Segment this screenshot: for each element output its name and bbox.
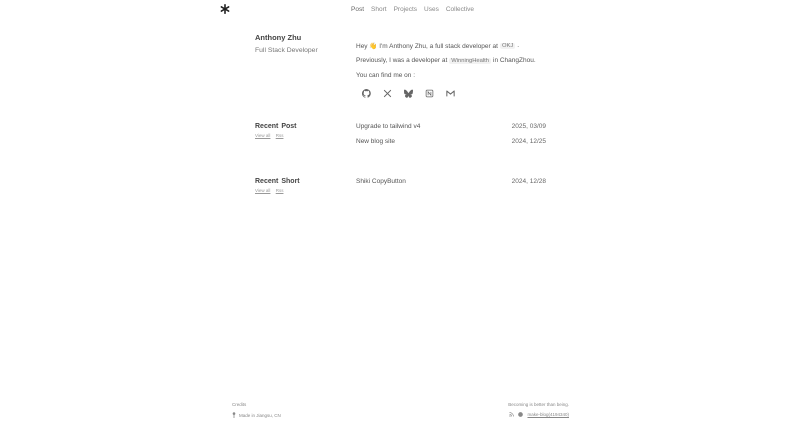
recent-post-list: Upgrade to tailwind v4 2025, 03/09 New b…: [356, 119, 546, 149]
recent-short-header: Recent Short View all Rss: [255, 178, 300, 193]
recent-short-list: Shiki CopyButton 2024, 12/28: [356, 174, 546, 189]
recent-post-header: Recent Post View all Rss: [255, 123, 297, 138]
list-item[interactable]: Shiki CopyButton 2024, 12/28: [356, 174, 546, 189]
bio-greeting-line: Hey 👋 I'm Anthony Zhu, a full stack deve…: [356, 38, 536, 53]
post-title[interactable]: Upgrade to tailwind v4: [356, 123, 420, 130]
social-links: [362, 89, 536, 98]
bluesky-icon[interactable]: [404, 89, 413, 98]
asterisk-logo-icon[interactable]: [220, 4, 230, 14]
list-item[interactable]: New blog site 2024, 12/25: [356, 134, 546, 149]
nav-short[interactable]: Short: [371, 6, 387, 13]
github-icon[interactable]: [362, 89, 371, 98]
motto: Becoming is better than being.: [508, 402, 569, 407]
previous-company-link[interactable]: WinningHealth: [449, 57, 491, 64]
company-link[interactable]: OKJ: [499, 42, 516, 49]
bio-find-me: You can find me on :: [356, 72, 416, 79]
profile: Anthony Zhu Full Stack Developer: [255, 33, 318, 54]
short-date: 2024, 12/28: [511, 178, 546, 185]
post-date: 2024, 12/25: [511, 138, 546, 145]
github-small-icon[interactable]: [518, 412, 524, 417]
bio-previous-suffix: in ChangZhou.: [493, 57, 536, 64]
recent-short-view-all-link[interactable]: View all: [255, 188, 270, 193]
bio-previous-line: Previously, I was a developer at Winning…: [356, 53, 536, 68]
profile-name: Anthony Zhu: [255, 33, 302, 42]
recent-post-title-a: Recent: [255, 123, 279, 130]
recent-post-view-all-link[interactable]: View all: [255, 133, 270, 138]
bio-previous-prefix: Previously, I was a developer at: [356, 57, 448, 64]
recent-post-links: View all Rss: [255, 133, 297, 138]
footer-right: Becoming is better than being. make-blog…: [508, 402, 569, 417]
profile-role: Full Stack Developer: [255, 47, 318, 54]
rss-icon[interactable]: [509, 412, 515, 417]
notion-icon[interactable]: [425, 89, 434, 98]
location-pin-icon: [232, 412, 236, 418]
recent-short-links: View all Rss: [255, 188, 300, 193]
nav-post[interactable]: Post: [351, 6, 364, 13]
bio-greeting: Hey 👋 I'm Anthony Zhu, a full stack deve…: [356, 42, 498, 50]
credits-link[interactable]: Credits: [232, 402, 281, 407]
nav-collective[interactable]: Collective: [446, 6, 474, 13]
bio: Hey 👋 I'm Anthony Zhu, a full stack deve…: [356, 38, 536, 98]
recent-short-title-b: Short: [281, 178, 300, 185]
repo-link[interactable]: make-blog(4194340): [527, 412, 569, 417]
post-date: 2025, 03/09: [511, 123, 546, 130]
bio-greeting-end: .: [517, 42, 520, 49]
recent-short-rss-link[interactable]: Rss: [276, 188, 284, 193]
recent-post-title-b: Post: [281, 123, 297, 130]
made-in-text: Made in Jiangsu, CN: [239, 412, 281, 418]
recent-short-title: Recent Short: [255, 178, 300, 185]
made-in: Made in Jiangsu, CN: [232, 412, 281, 418]
gmail-icon[interactable]: [446, 89, 455, 98]
short-title[interactable]: Shiki CopyButton: [356, 178, 406, 185]
x-icon[interactable]: [383, 89, 392, 98]
list-item[interactable]: Upgrade to tailwind v4 2025, 03/09: [356, 119, 546, 134]
top-nav: Post Short Projects Uses Collective: [351, 6, 481, 13]
repo-info: make-blog(4194340): [508, 412, 569, 417]
post-title[interactable]: New blog site: [356, 138, 395, 145]
recent-post-title: Recent Post: [255, 123, 297, 130]
nav-projects[interactable]: Projects: [394, 6, 417, 13]
nav-uses[interactable]: Uses: [424, 6, 439, 13]
footer-left: Credits Made in Jiangsu, CN: [232, 402, 281, 418]
recent-short-title-a: Recent: [255, 178, 279, 185]
recent-post-rss-link[interactable]: Rss: [276, 133, 284, 138]
